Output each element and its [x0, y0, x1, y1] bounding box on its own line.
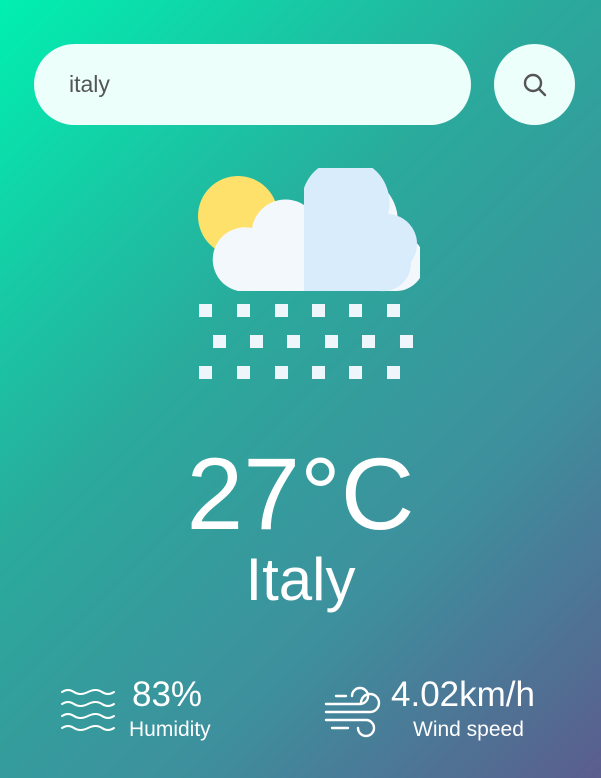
humidity-waves-icon: [61, 689, 115, 731]
humidity-stat: 83% Humidity: [60, 676, 260, 746]
humidity-label: Humidity: [129, 718, 211, 741]
wind-speed-label: Wind speed: [413, 718, 524, 741]
search-icon: [523, 73, 546, 96]
weather-card: 27°C Italy 83% Humidity 4.02km/h Wind sp…: [0, 0, 601, 778]
wind-stat: 4.02km/h Wind speed: [324, 676, 564, 746]
wind-speed-value: 4.02km/h: [391, 675, 535, 714]
temperature: 27°C: [186, 437, 415, 551]
search-button[interactable]: [494, 44, 575, 125]
search-input[interactable]: [34, 44, 471, 125]
wind-icon: [324, 686, 381, 738]
humidity-value: 83%: [132, 675, 203, 714]
partly-cloudy-snow-icon: [198, 168, 420, 379]
city-name: Italy: [245, 546, 356, 613]
